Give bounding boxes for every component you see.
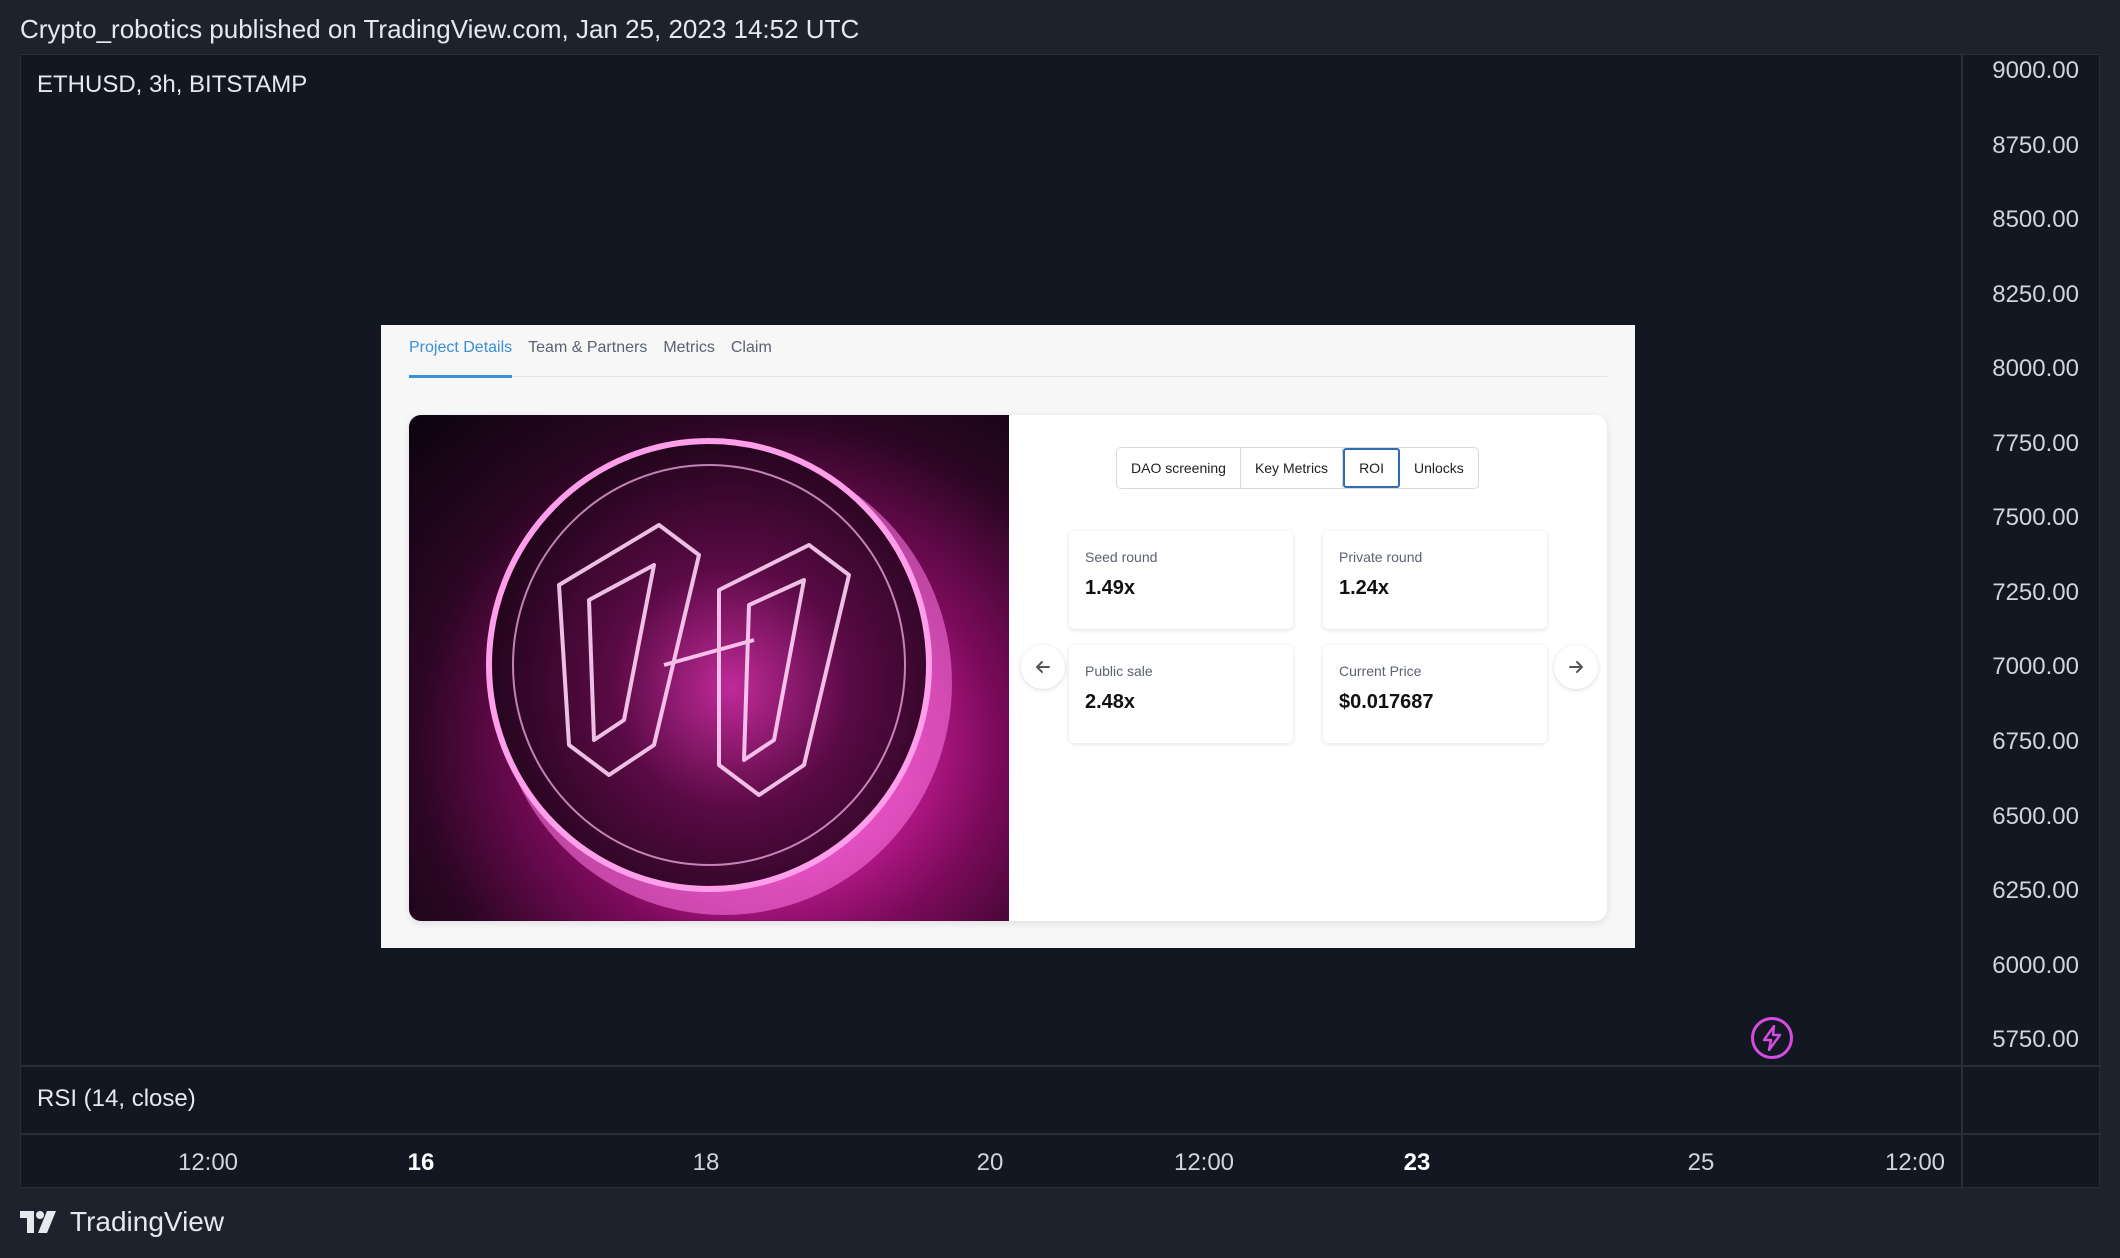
arrow-right-icon[interactable]: [1554, 645, 1598, 689]
roi-current-label: Current Price: [1339, 663, 1422, 679]
price-tick: 7000.00: [1992, 653, 2079, 680]
segment-dao-screening[interactable]: DAO screening: [1117, 448, 1241, 488]
roi-seed-card: Seed round 1.49x: [1069, 531, 1293, 629]
segment-key-metrics[interactable]: Key Metrics: [1241, 448, 1344, 488]
tradingview-logo[interactable]: TradingView: [20, 1206, 224, 1238]
price-tick: 8750.00: [1992, 132, 2079, 159]
segment-unlocks[interactable]: Unlocks: [1400, 448, 1478, 488]
time-tick: 12:00: [1884, 1149, 1946, 1176]
roi-public-label: Public sale: [1085, 663, 1153, 679]
publisher-header: Crypto_robotics published on TradingView…: [20, 14, 860, 44]
symbol-label: ETHUSD, 3h, BITSTAMP: [37, 71, 308, 98]
time-axis-corner: [1961, 1135, 2101, 1189]
embedded-screenshot: Project Details Team & Partners Metrics …: [381, 325, 1635, 948]
price-tick: 6500.00: [1992, 803, 2079, 830]
segment-roi[interactable]: ROI: [1343, 448, 1400, 488]
time-tick: 20: [976, 1149, 1004, 1176]
price-tick: 9000.00: [1992, 57, 2079, 84]
time-tick: 12:00: [177, 1149, 239, 1176]
roi-public-card: Public sale 2.48x: [1069, 645, 1293, 743]
price-tick: 6750.00: [1992, 728, 2079, 755]
roi-private-card: Private round 1.24x: [1323, 531, 1547, 629]
price-tick: 8000.00: [1992, 355, 2079, 382]
rsi-pane[interactable]: RSI (14, close): [21, 1067, 1961, 1133]
roi-current-card: Current Price $0.017687: [1323, 645, 1547, 743]
arrow-left-icon[interactable]: [1021, 645, 1065, 689]
price-tick: 7250.00: [1992, 579, 2079, 606]
project-tabs: Project Details Team & Partners Metrics …: [409, 325, 1607, 378]
price-tick: 7750.00: [1992, 430, 2079, 457]
price-tick: 6000.00: [1992, 952, 2079, 979]
roi-current-value: $0.017687: [1339, 691, 1434, 713]
roi-public-value: 2.48x: [1085, 691, 1136, 713]
time-tick: 18: [692, 1149, 720, 1176]
lightning-icon[interactable]: [1751, 1017, 1793, 1059]
time-tick: 23: [1403, 1149, 1431, 1176]
roi-private-label: Private round: [1339, 549, 1423, 565]
price-tick: 8250.00: [1992, 281, 2079, 308]
roi-seed-value: 1.49x: [1085, 577, 1136, 599]
tab-team-partners[interactable]: Team & Partners: [528, 325, 647, 377]
rsi-label: RSI (14, close): [37, 1085, 196, 1112]
tab-project-details[interactable]: Project Details: [409, 325, 513, 378]
time-tick: 16: [407, 1149, 435, 1176]
time-tick: 25: [1687, 1149, 1715, 1176]
tab-claim[interactable]: Claim: [731, 325, 772, 377]
price-axis[interactable]: 9000.00 8750.00 8500.00 8250.00 8000.00 …: [1961, 55, 2101, 1065]
rsi-axis: [1961, 1067, 2101, 1133]
price-tick: 8500.00: [1992, 206, 2079, 233]
time-tick: 12:00: [1173, 1149, 1235, 1176]
brand-name: TradingView: [70, 1206, 225, 1237]
chart-frame: ETHUSD, 3h, BITSTAMP 9000.00 8750.00 850…: [20, 54, 2101, 1189]
roi-seed-label: Seed round: [1085, 549, 1158, 565]
time-axis[interactable]: 12:00 16 18 20 12:00 23 25 12:00: [21, 1135, 1961, 1189]
coin-image: [409, 415, 1009, 921]
roi-private-value: 1.24x: [1339, 577, 1390, 599]
price-tick: 7500.00: [1992, 504, 2079, 531]
tradingview-logo-icon: [20, 1211, 56, 1233]
price-tick: 5750.00: [1992, 1026, 2079, 1053]
metrics-segmented-control: DAO screening Key Metrics ROI Unlocks: [1116, 447, 1479, 489]
project-card: DAO screening Key Metrics ROI Unlocks Se…: [409, 415, 1607, 921]
price-tick: 6250.00: [1992, 877, 2079, 904]
tab-metrics[interactable]: Metrics: [663, 325, 715, 377]
